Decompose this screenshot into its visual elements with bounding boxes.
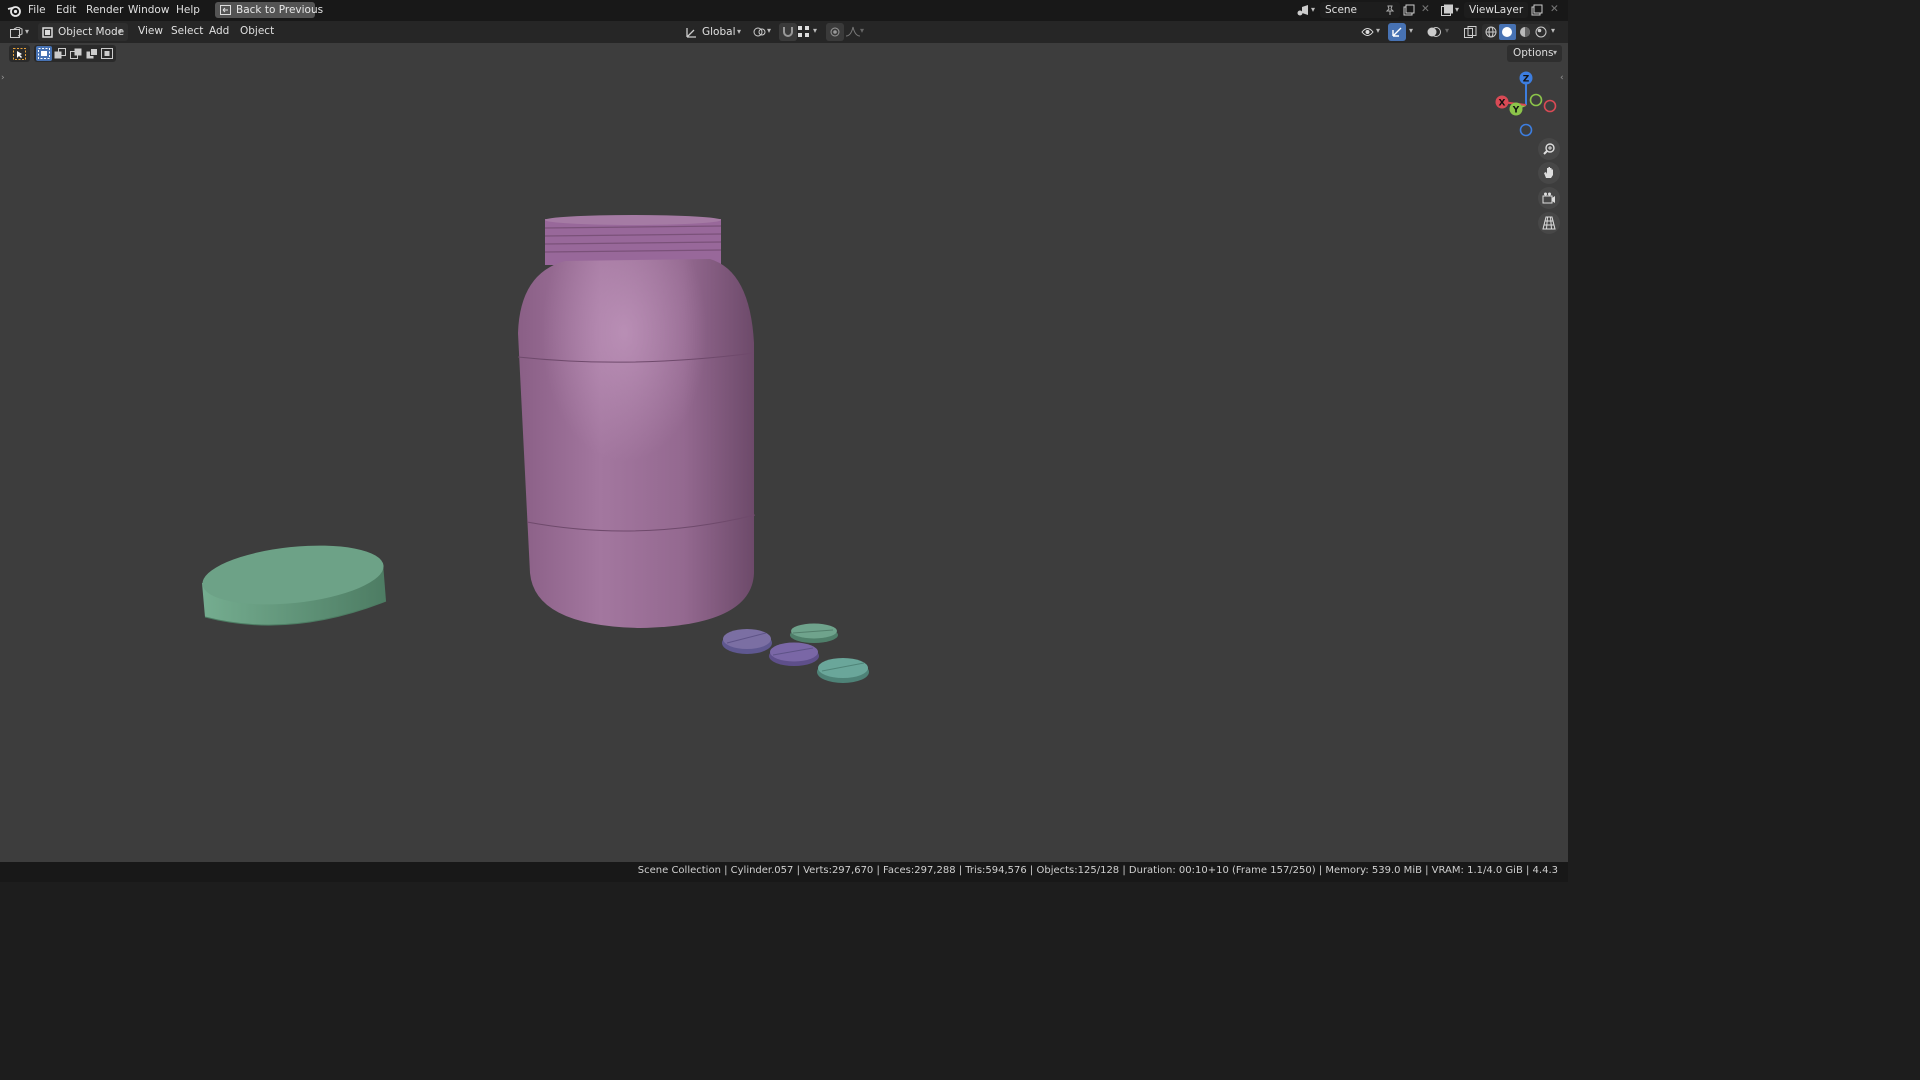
mode-label: Object Mode <box>58 26 125 38</box>
new-scene-icon[interactable] <box>1403 4 1415 16</box>
gizmo-icon <box>1392 27 1402 37</box>
back-icon <box>220 5 231 15</box>
proportional-edit-icon <box>830 27 840 37</box>
chevron-down-icon: ▾ <box>813 26 818 35</box>
status-info: Scene Collection | Cylinder.057 | Verts:… <box>637 865 1558 876</box>
view-layer-name: ViewLayer <box>1469 4 1524 16</box>
back-to-previous-button[interactable]: Back to Previous <box>215 2 323 18</box>
pill-object[interactable] <box>817 658 869 683</box>
view-layer-field[interactable]: ViewLayer <box>1464 2 1528 18</box>
scene-name-field[interactable]: Scene <box>1320 2 1400 18</box>
back-to-previous-label: Back to Previous <box>236 4 324 16</box>
solid-shading-icon <box>1502 27 1512 37</box>
jar-object[interactable] <box>517 215 756 628</box>
scene-name: Scene <box>1325 4 1358 16</box>
editor-type-dropdown[interactable]: ▾ <box>6 23 34 41</box>
pill-object[interactable] <box>769 642 819 667</box>
pivot-icon[interactable] <box>753 26 766 38</box>
blender-logo-icon[interactable] <box>7 3 22 18</box>
cap-object[interactable] <box>200 538 387 626</box>
viewport-header: ▾ Object Mode ▾ View Select Add Object G… <box>0 21 1568 43</box>
solid-shading-button[interactable] <box>1499 24 1516 40</box>
transform-orientation-icon <box>686 28 696 38</box>
menu-render[interactable]: Render <box>82 3 127 18</box>
menu-view[interactable]: View <box>134 24 167 39</box>
status-bar: Scene Collection | Cylinder.057 | Verts:… <box>0 862 1568 882</box>
menu-window[interactable]: Window <box>124 3 173 18</box>
chevron-down-icon: ▾ <box>767 26 772 35</box>
snap-icon <box>783 27 793 37</box>
proportional-edit-toggle[interactable] <box>826 23 844 41</box>
top-menu-bar: File Edit Render Window Help Back to Pre… <box>0 0 1568 21</box>
3d-viewport[interactable]: › ‹ Options ▾ Z X Y <box>0 43 1568 862</box>
snap-toggle[interactable] <box>779 23 797 41</box>
pin-icon[interactable] <box>1385 5 1395 15</box>
menu-select[interactable]: Select <box>167 24 207 39</box>
editor-type-icon <box>10 27 23 38</box>
chevron-down-icon: ▾ <box>1376 26 1381 35</box>
falloff-icon[interactable] <box>846 26 860 37</box>
menu-object[interactable]: Object <box>236 24 278 39</box>
chevron-down-icon: ▾ <box>1445 26 1450 35</box>
view-layer-icon[interactable] <box>1441 4 1454 16</box>
menu-add[interactable]: Add <box>205 24 233 39</box>
mode-dropdown[interactable]: Object Mode ▾ <box>38 23 128 41</box>
object-mode-icon <box>42 27 53 38</box>
pill-object[interactable] <box>790 623 838 644</box>
gizmo-toggle[interactable] <box>1388 23 1406 41</box>
scene-icon[interactable] <box>1296 4 1310 17</box>
visibility-icon[interactable] <box>1361 26 1374 38</box>
chevron-down-icon: ▾ <box>860 26 865 35</box>
menu-edit[interactable]: Edit <box>52 3 80 18</box>
pill-object[interactable] <box>722 629 772 654</box>
menu-file[interactable]: File <box>24 3 50 18</box>
shading-mode-group <box>1482 24 1550 40</box>
delete-icon[interactable]: ✕ <box>1421 3 1430 15</box>
wireframe-shading-icon[interactable] <box>1485 26 1497 38</box>
scene-render <box>200 215 869 683</box>
new-scene-icon[interactable] <box>1531 4 1543 16</box>
chevron-down-icon: ▾ <box>1409 26 1414 35</box>
delete-icon[interactable]: ✕ <box>1550 3 1559 15</box>
xray-icon[interactable] <box>1464 26 1477 38</box>
chevron-down-icon: ▾ <box>737 27 742 36</box>
chevron-down-icon: ▾ <box>118 27 123 36</box>
rendered-shading-icon[interactable] <box>1535 26 1547 38</box>
chevron-down-icon: ▾ <box>1311 5 1316 14</box>
chevron-down-icon: ▾ <box>1455 5 1460 14</box>
chevron-down-icon: ▾ <box>25 27 30 36</box>
snap-target-icon[interactable] <box>798 26 810 38</box>
overlay-icon[interactable] <box>1427 26 1441 38</box>
transform-orientation-dropdown[interactable]: Global ▾ <box>683 23 746 41</box>
material-shading-icon[interactable] <box>1519 26 1531 38</box>
transform-orientation-label: Global <box>702 26 736 38</box>
chevron-down-icon: ▾ <box>1551 26 1556 35</box>
menu-help[interactable]: Help <box>172 3 204 18</box>
